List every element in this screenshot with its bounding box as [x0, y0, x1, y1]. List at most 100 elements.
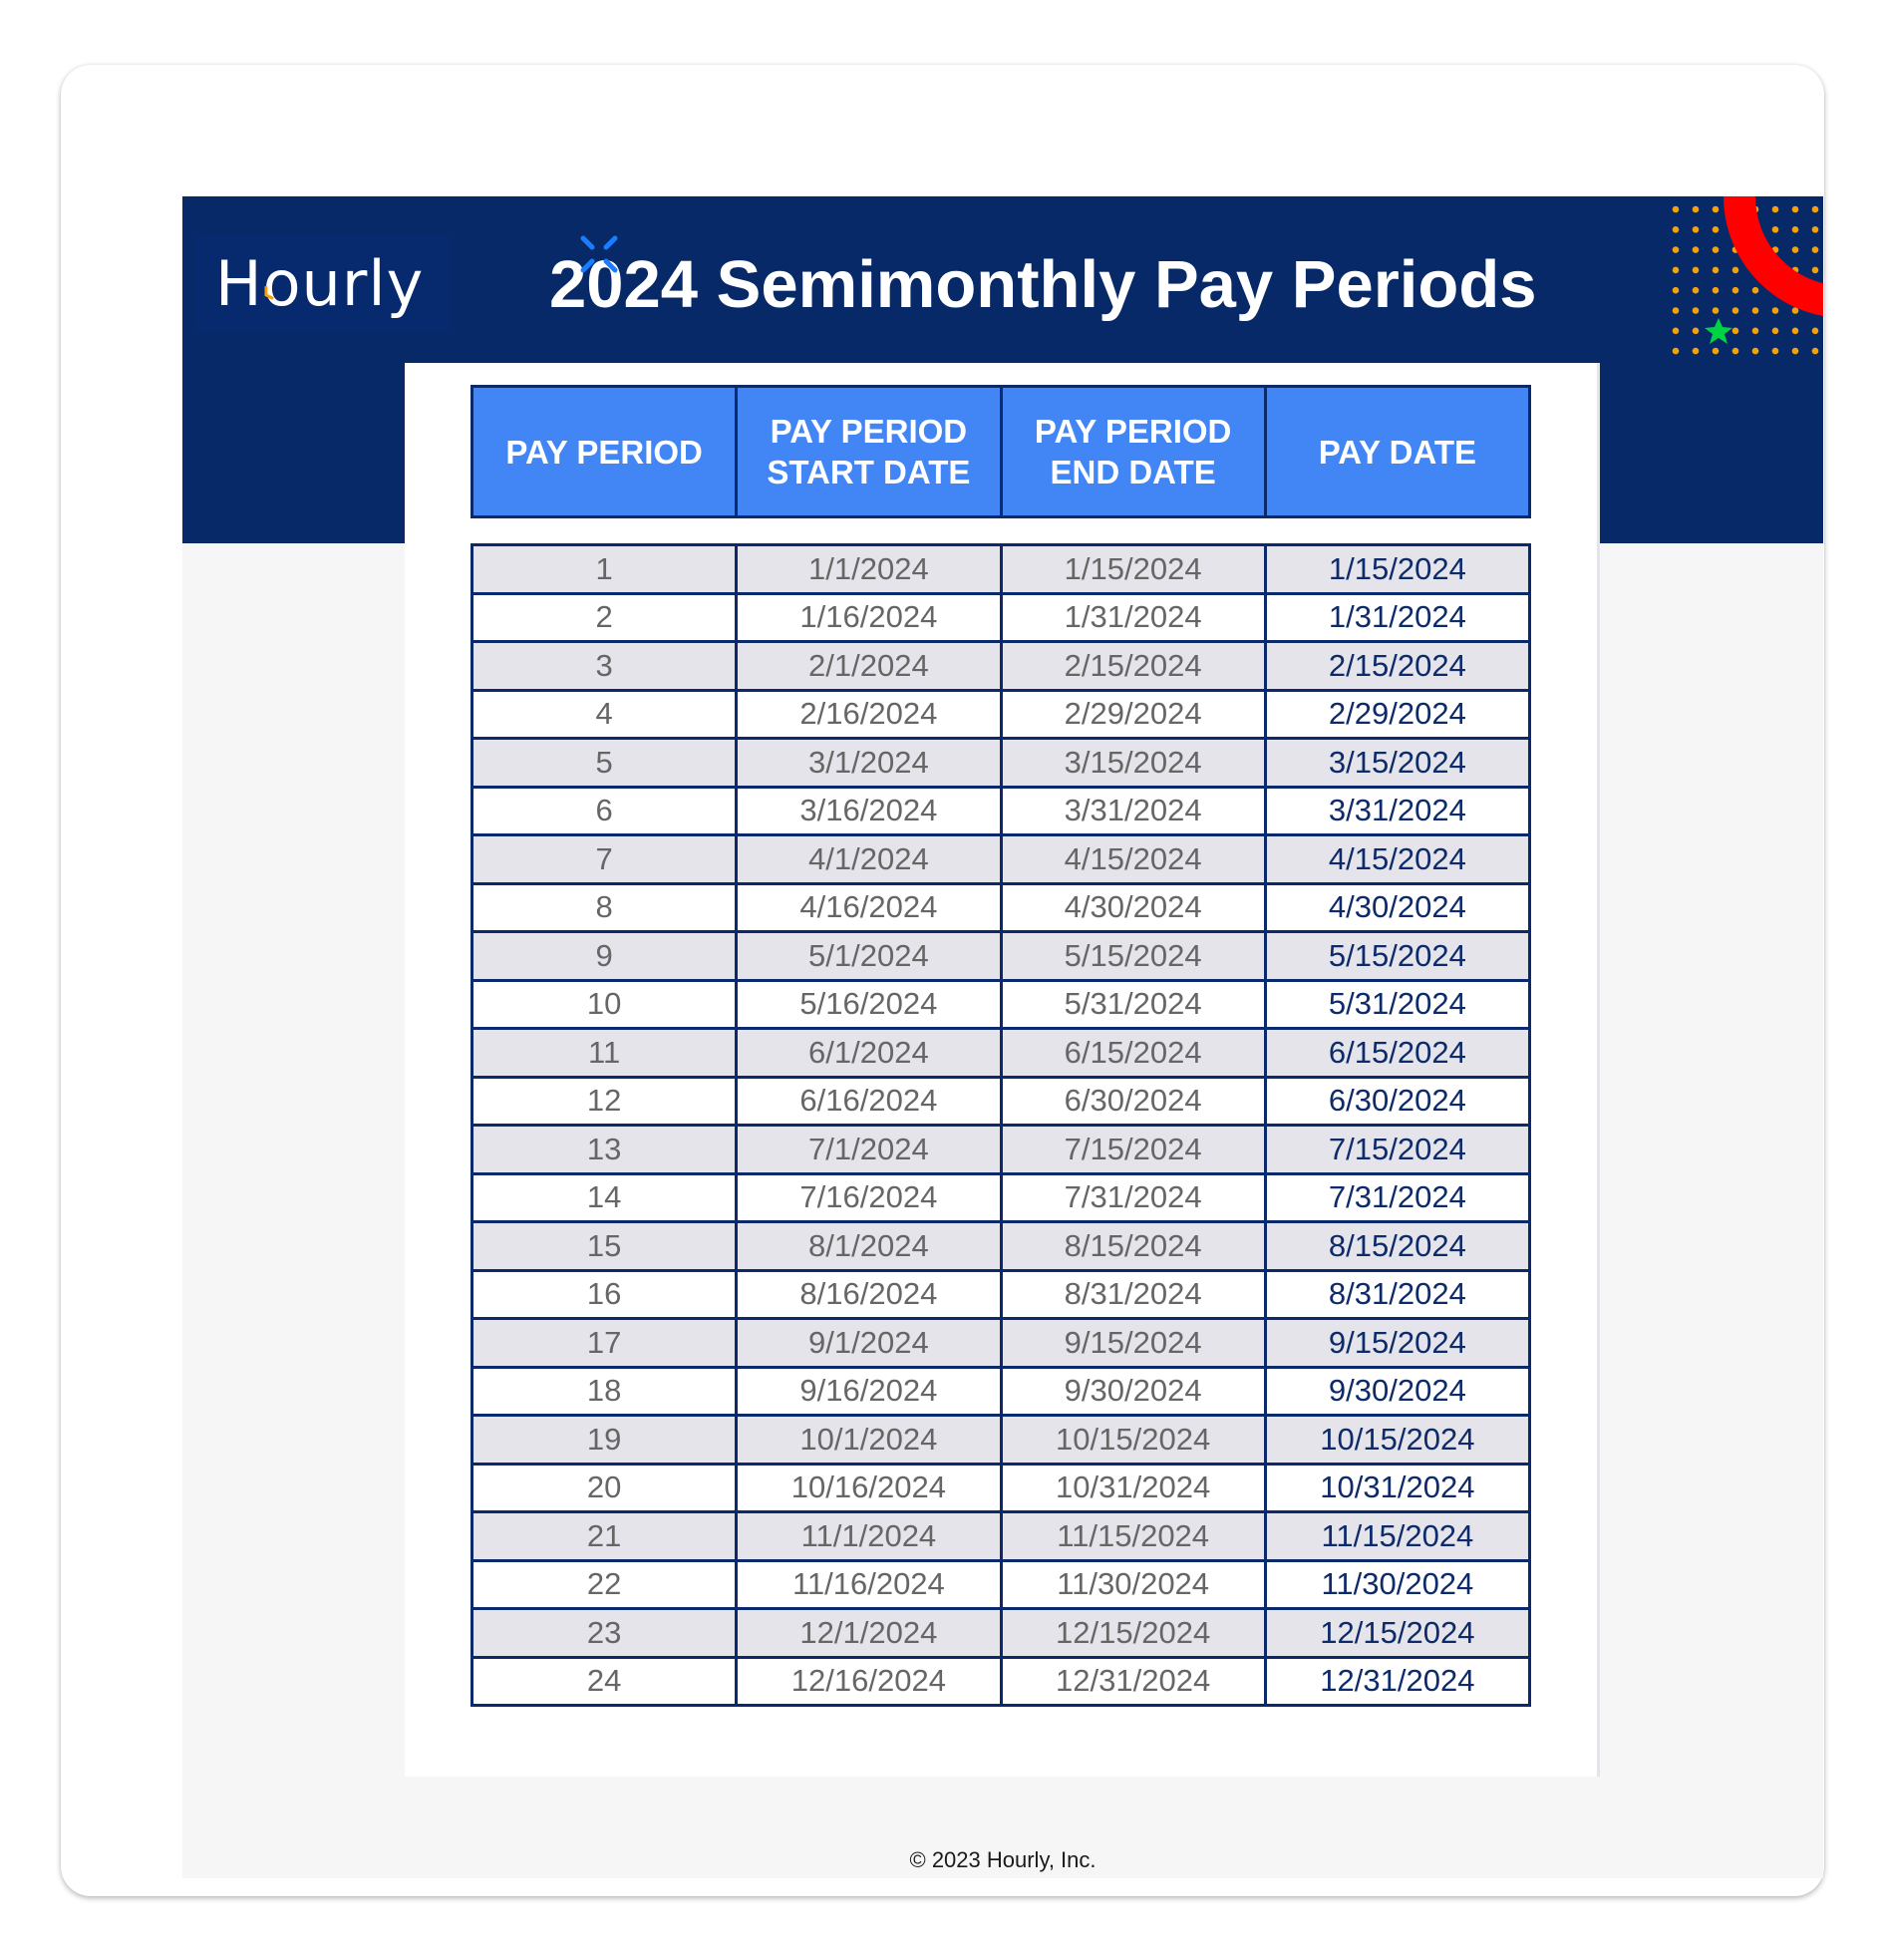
- header-label: PAY DATE: [1318, 433, 1477, 471]
- cell-start-date: 10/1/2024: [735, 1414, 1003, 1466]
- cell-start-date: 12/16/2024: [735, 1655, 1003, 1707]
- cell-end-date: 5/31/2024: [999, 978, 1267, 1030]
- decor-dot: [1692, 226, 1700, 233]
- cell-pay-date: 4/15/2024: [1263, 833, 1532, 885]
- cell-start-date: 4/16/2024: [735, 881, 1003, 933]
- cell-start-date: 11/1/2024: [735, 1510, 1003, 1562]
- cell-pay-date: 11/30/2024: [1263, 1558, 1532, 1610]
- decor-dot: [1791, 327, 1799, 335]
- cell-pay-date: 4/30/2024: [1263, 881, 1532, 933]
- cell-pay-period: 18: [470, 1365, 739, 1417]
- table-row: 17 9/1/2024 9/15/2024 9/15/2024: [470, 1317, 1532, 1369]
- cell-pay-date: 12/31/2024: [1263, 1655, 1532, 1707]
- cell-end-date: 6/30/2024: [999, 1075, 1267, 1127]
- column-header-end-date: PAY PERIOD END DATE: [999, 385, 1267, 518]
- decor-dot: [1791, 347, 1799, 355]
- decor-dot: [1672, 246, 1680, 253]
- cell-pay-period: 7: [470, 833, 739, 885]
- cell-end-date: 4/30/2024: [999, 881, 1267, 933]
- cell-pay-date: 5/31/2024: [1263, 978, 1532, 1030]
- cell-end-date: 3/31/2024: [999, 785, 1267, 836]
- table-row: 12 6/16/2024 6/30/2024 6/30/2024: [470, 1075, 1532, 1127]
- cell-start-date: 2/1/2024: [735, 640, 1003, 692]
- cell-pay-date: 10/15/2024: [1263, 1414, 1532, 1466]
- decor-dot: [1811, 327, 1819, 335]
- logo-text: Hourly: [215, 247, 425, 320]
- cell-end-date: 3/15/2024: [999, 737, 1267, 789]
- decor-dot: [1731, 266, 1739, 274]
- header-label: PAY PERIOD: [505, 433, 703, 471]
- table-row: 21 11/1/2024 11/15/2024 11/15/2024: [470, 1510, 1532, 1562]
- table-row: 3 2/1/2024 2/15/2024 2/15/2024: [470, 640, 1532, 692]
- table-row: 16 8/16/2024 8/31/2024 8/31/2024: [470, 1268, 1532, 1320]
- decorative-pattern: [1672, 196, 1823, 355]
- cell-pay-period: 17: [470, 1317, 739, 1369]
- page-title: 2024 Semimonthly Pay Periods: [549, 247, 1537, 322]
- cell-pay-period: 24: [470, 1655, 739, 1707]
- cell-start-date: 8/1/2024: [735, 1220, 1003, 1272]
- cell-pay-period: 1: [470, 543, 739, 595]
- cell-end-date: 7/15/2024: [999, 1124, 1267, 1175]
- decor-dot: [1712, 286, 1720, 294]
- decor-dot: [1672, 205, 1680, 213]
- decor-dot: [1712, 266, 1720, 274]
- cell-start-date: 9/16/2024: [735, 1365, 1003, 1417]
- cell-pay-date: 3/15/2024: [1263, 737, 1532, 789]
- table-row: 1 1/1/2024 1/15/2024 1/15/2024: [470, 543, 1532, 595]
- cell-start-date: 8/16/2024: [735, 1268, 1003, 1320]
- cell-pay-date: 8/15/2024: [1263, 1220, 1532, 1272]
- decor-dot: [1731, 347, 1739, 355]
- cell-end-date: 12/31/2024: [999, 1655, 1267, 1707]
- decor-dot: [1692, 205, 1700, 213]
- cell-pay-date: 6/30/2024: [1263, 1075, 1532, 1127]
- decor-dot: [1692, 307, 1700, 314]
- table-row: 22 11/16/2024 11/30/2024 11/30/2024: [470, 1558, 1532, 1610]
- cell-pay-date: 1/15/2024: [1263, 543, 1532, 595]
- cell-pay-date: 7/15/2024: [1263, 1124, 1532, 1175]
- cell-pay-period: 11: [470, 1027, 739, 1079]
- table-header: PAY PERIOD PAY PERIOD START DATE PAY PER…: [470, 385, 1532, 518]
- table-row: 2 1/16/2024 1/31/2024 1/31/2024: [470, 591, 1532, 643]
- decor-dot: [1712, 226, 1720, 233]
- decor-dot: [1771, 226, 1779, 233]
- decor-dot: [1811, 347, 1819, 355]
- table-row: 8 4/16/2024 4/30/2024 4/30/2024: [470, 881, 1532, 933]
- content-panel: Hourly 2024 Semimonthly Pay Periods PAY …: [182, 196, 1823, 1878]
- cell-start-date: 3/16/2024: [735, 785, 1003, 836]
- header-label: START DATE: [767, 454, 971, 490]
- cell-start-date: 7/16/2024: [735, 1171, 1003, 1223]
- decor-dot: [1751, 307, 1759, 314]
- decor-dot: [1751, 347, 1759, 355]
- table-row: 19 10/1/2024 10/15/2024 10/15/2024: [470, 1414, 1532, 1466]
- table-row: 24 12/16/2024 12/31/2024 12/31/2024: [470, 1655, 1532, 1707]
- decor-dot: [1692, 347, 1700, 355]
- decor-dot: [1811, 246, 1819, 253]
- cell-end-date: 6/15/2024: [999, 1027, 1267, 1079]
- column-header-start-date: PAY PERIOD START DATE: [735, 385, 1003, 518]
- cell-end-date: 9/30/2024: [999, 1365, 1267, 1417]
- cell-pay-date: 7/31/2024: [1263, 1171, 1532, 1223]
- cell-pay-date: 9/30/2024: [1263, 1365, 1532, 1417]
- sparkle-icon: [580, 235, 618, 273]
- table-row: 14 7/16/2024 7/31/2024 7/31/2024: [470, 1171, 1532, 1223]
- decor-dot: [1811, 205, 1819, 213]
- table-row: 5 3/1/2024 3/15/2024 3/15/2024: [470, 737, 1532, 789]
- cell-start-date: 6/1/2024: [735, 1027, 1003, 1079]
- cell-pay-period: 20: [470, 1462, 739, 1513]
- decor-dot: [1672, 286, 1680, 294]
- cell-pay-period: 8: [470, 881, 739, 933]
- decor-dot: [1731, 286, 1739, 294]
- cell-pay-period: 19: [470, 1414, 739, 1466]
- cell-end-date: 9/15/2024: [999, 1317, 1267, 1369]
- decor-dot: [1791, 205, 1799, 213]
- decor-dot: [1692, 327, 1700, 335]
- column-header-pay-date: PAY DATE: [1263, 385, 1532, 518]
- cell-start-date: 3/1/2024: [735, 737, 1003, 789]
- cell-pay-date: 5/15/2024: [1263, 930, 1532, 982]
- cell-end-date: 10/15/2024: [999, 1414, 1267, 1466]
- cell-pay-period: 10: [470, 978, 739, 1030]
- decor-dot: [1712, 307, 1720, 314]
- cell-end-date: 2/29/2024: [999, 688, 1267, 740]
- cell-pay-date: 8/31/2024: [1263, 1268, 1532, 1320]
- table-row: 23 12/1/2024 12/15/2024 12/15/2024: [470, 1607, 1532, 1659]
